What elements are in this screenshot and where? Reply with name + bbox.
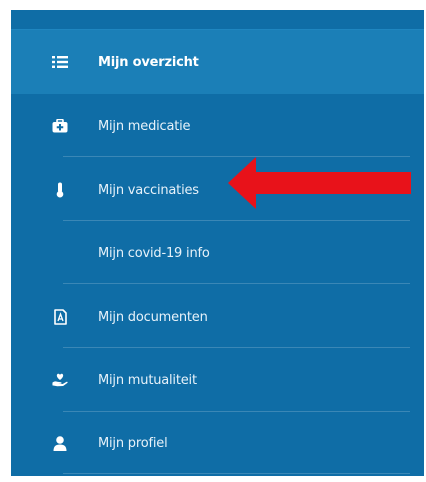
sidebar-item-label: Mijn vaccinaties <box>98 182 199 198</box>
sidebar-item-label: Mijn medicatie <box>98 118 191 134</box>
sidebar-item-label: Mijn covid-19 info <box>98 245 210 261</box>
sidebar-item-medicatie[interactable]: Mijn medicatie <box>11 94 424 158</box>
thermometer-icon <box>52 182 68 198</box>
sidebar-item-label: Mijn overzicht <box>98 54 199 70</box>
pdf-file-icon <box>52 309 68 325</box>
user-icon <box>52 435 68 451</box>
screenshot-frame: Mijn overzicht Mijn medicatie Mijn vacci… <box>0 0 426 482</box>
hand-heart-icon <box>52 372 68 388</box>
sidebar-item-covid-info[interactable]: Mijn covid-19 info <box>11 221 424 285</box>
sidebar-item-label: Mijn profiel <box>98 435 168 451</box>
divider <box>63 473 410 474</box>
medkit-icon <box>52 118 68 134</box>
sidebar-item-profiel[interactable]: Mijn profiel <box>11 411 424 475</box>
divider <box>63 283 410 284</box>
sidebar-item-documenten[interactable]: Mijn documenten <box>11 285 424 349</box>
sidebar-item-overzicht[interactable]: Mijn overzicht <box>11 29 424 94</box>
sidebar-item-mutualiteit[interactable]: Mijn mutualiteit <box>11 348 424 412</box>
red-arrow-annotation <box>228 157 411 209</box>
sidebar-item-label: Mijn mutualiteit <box>98 372 197 388</box>
list-icon <box>52 54 68 70</box>
sidebar-menu: Mijn overzicht Mijn medicatie Mijn vacci… <box>11 10 424 476</box>
sidebar-item-label: Mijn documenten <box>98 309 208 325</box>
